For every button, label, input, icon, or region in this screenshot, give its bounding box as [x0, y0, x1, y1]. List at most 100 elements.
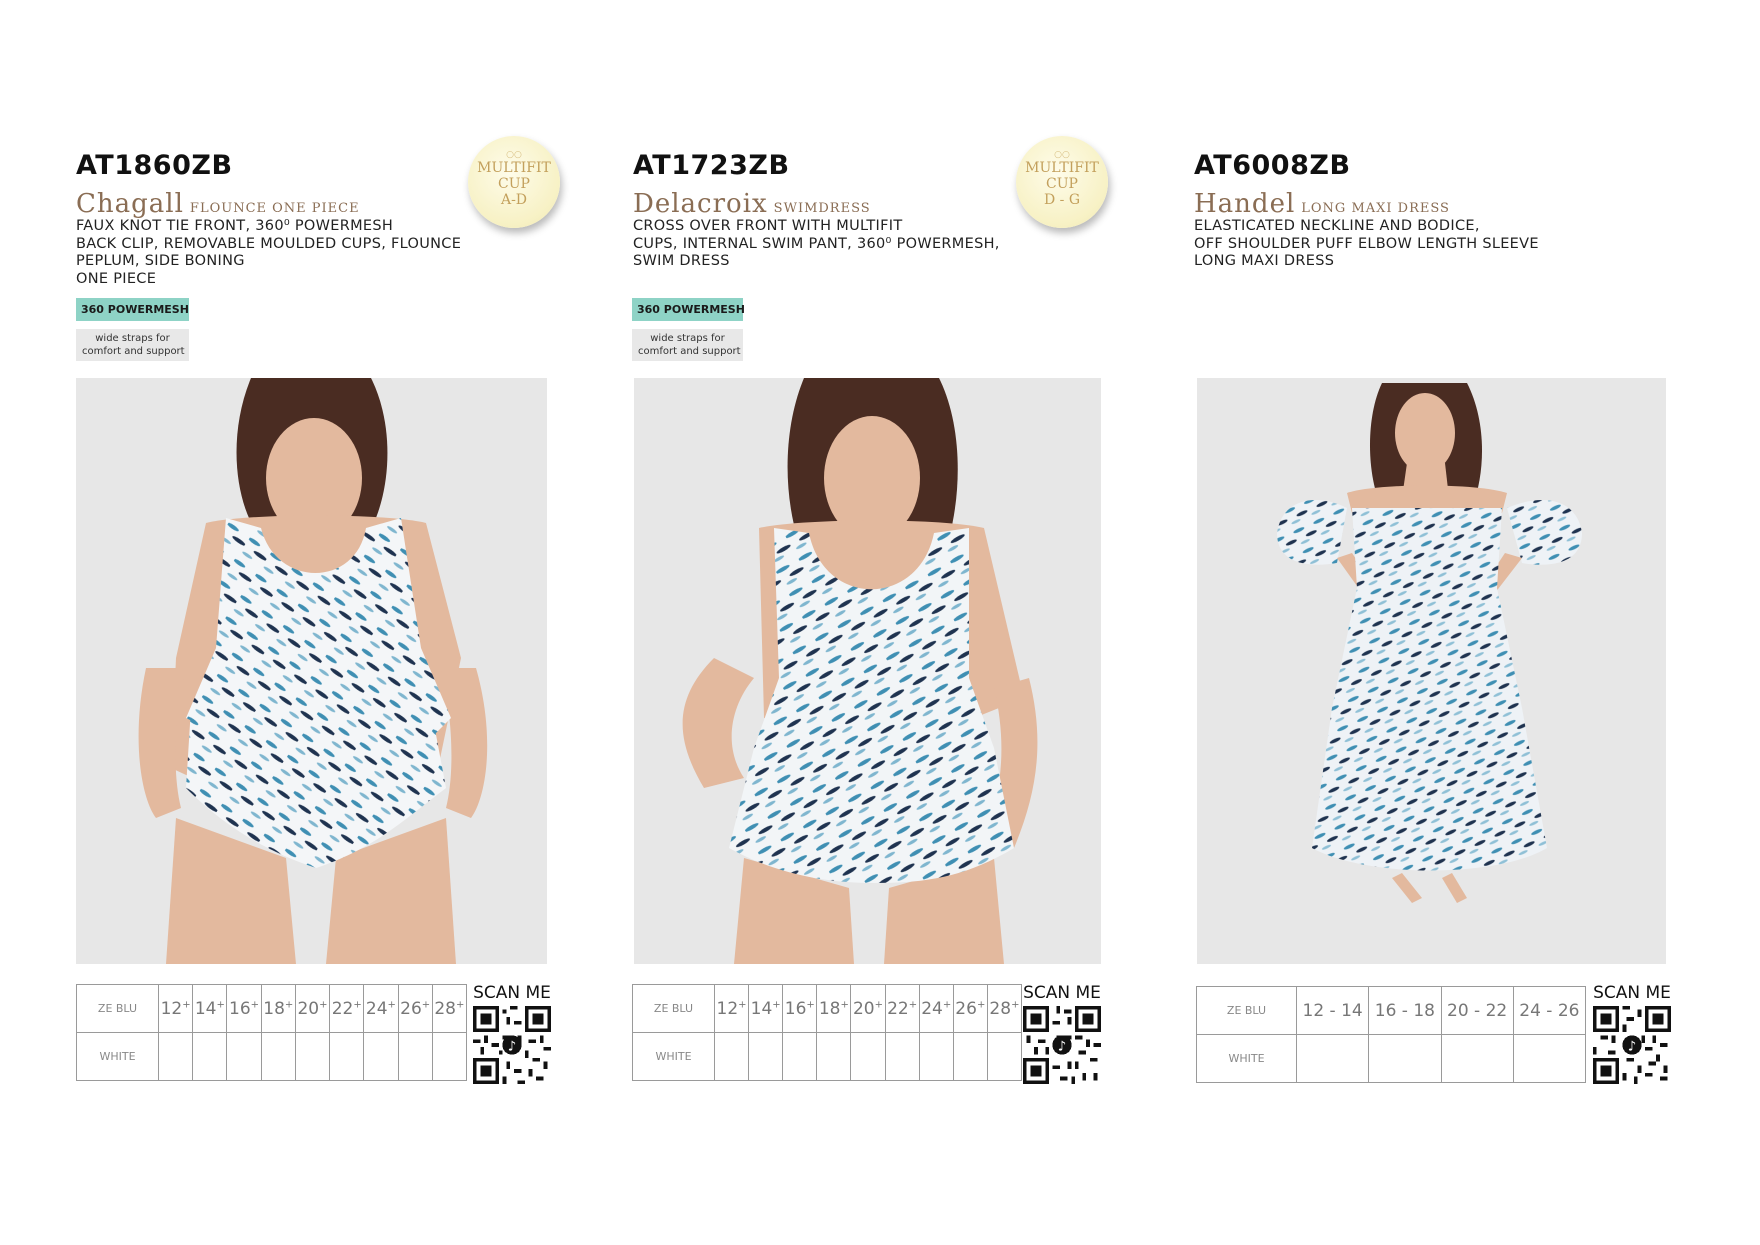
order-cell[interactable]	[952, 1032, 988, 1081]
size-suffix: +	[806, 998, 815, 1010]
size-table: ZE BLU 12 - 14 16 - 18 20 - 22 24 - 26 W…	[1196, 986, 1587, 1083]
order-cell[interactable]	[397, 1032, 433, 1081]
product-title: Chagall Flounce One Piece	[76, 189, 360, 219]
size-value: 14	[750, 998, 773, 1019]
size-suffix: +	[250, 998, 260, 1010]
straps-tag-line: comfort and support	[82, 346, 185, 357]
order-cell[interactable]	[226, 1032, 262, 1081]
size-value: 22	[887, 998, 909, 1019]
size-suffix: +	[216, 998, 225, 1010]
order-cell[interactable]	[713, 1032, 750, 1081]
product-description: Faux knot tie front, 360⁰ powermesh back…	[76, 218, 461, 288]
straps-tag-line: wide straps for	[650, 333, 725, 344]
order-cell[interactable]	[431, 1032, 468, 1081]
scan-me[interactable]: SCAN ME ♪	[1022, 983, 1102, 1088]
size-cell: 12+	[713, 984, 750, 1033]
size-suffix: +	[908, 998, 918, 1010]
straps-tag-line: comfort and support	[638, 346, 741, 357]
straps-tag: wide straps for comfort and support	[632, 329, 743, 361]
size-value: 22	[331, 998, 354, 1019]
product-style: Flounce One Piece	[189, 201, 360, 216]
size-cell: 22+	[884, 984, 920, 1033]
size-cell: 24+	[918, 984, 954, 1033]
size-suffix: +	[353, 998, 362, 1010]
svg-text:♪: ♪	[1058, 1040, 1067, 1055]
colour-label: WHITE	[1196, 1034, 1297, 1083]
badge-line: D - G	[1043, 192, 1081, 208]
powermesh-tag: 360 POWERMESH	[632, 298, 745, 321]
size-cell: 14+	[192, 984, 228, 1033]
product-description: Elasticated neckline and bodice, off sho…	[1194, 218, 1539, 271]
colour-label: WHITE	[76, 1032, 159, 1081]
scan-me[interactable]: SCAN ME ♪	[1592, 983, 1672, 1088]
size-cell: 26+	[397, 984, 433, 1033]
description-line: peplum, side boning	[76, 253, 245, 269]
order-cell[interactable]	[192, 1032, 228, 1081]
size-cell: 24+	[363, 984, 399, 1033]
description-line: swim dress	[633, 253, 730, 269]
svg-text:♪: ♪	[1628, 1040, 1637, 1055]
size-suffix: +	[387, 998, 396, 1010]
scan-label: SCAN ME	[473, 983, 551, 1003]
qr-code-icon[interactable]: ♪	[1023, 1006, 1101, 1084]
size-value: 18	[818, 998, 841, 1019]
product-code: AT6008ZB	[1194, 150, 1351, 181]
size-suffix: +	[456, 998, 465, 1010]
description-line: long maxi dress	[1194, 253, 1335, 269]
order-cell[interactable]	[884, 1032, 920, 1081]
size-cell: 28+	[986, 984, 1023, 1033]
straps-tag-line: wide straps for	[95, 333, 170, 344]
product-code: AT1860ZB	[76, 150, 233, 181]
size-cell: 16+	[782, 984, 818, 1033]
size-value: 28	[989, 998, 1012, 1019]
order-cell[interactable]	[1295, 1034, 1370, 1083]
description-line: back clip, removable moulded cups, floun…	[76, 235, 462, 252]
order-cell[interactable]	[260, 1032, 296, 1081]
powermesh-tag: 360 POWERMESH	[76, 298, 189, 321]
multifit-cup-badge: ○○ MULTIFIT CUP D - G	[1016, 136, 1108, 228]
size-suffix: +	[182, 998, 191, 1010]
scan-me[interactable]: SCAN ME ♪	[472, 983, 552, 1088]
cup-dots-icon: ○○	[1054, 150, 1070, 160]
order-cell[interactable]	[918, 1032, 954, 1081]
size-value: 20	[297, 998, 320, 1019]
badge-line: A-D	[500, 192, 528, 208]
product-code: AT1723ZB	[633, 150, 790, 181]
size-cell: 20+	[850, 984, 886, 1033]
size-cell: 12+	[157, 984, 194, 1033]
order-cell[interactable]	[816, 1032, 852, 1081]
size-value: 16	[229, 998, 251, 1019]
table-row: WHITE	[76, 1032, 468, 1081]
order-cell[interactable]	[782, 1032, 818, 1081]
size-suffix: +	[1011, 998, 1020, 1010]
description-line: cups, internal swim pant, 360⁰ powermesh…	[633, 235, 1000, 252]
order-cell[interactable]	[157, 1032, 194, 1081]
size-suffix: +	[942, 998, 952, 1010]
table-row: WHITE	[632, 1032, 1023, 1081]
order-cell[interactable]	[1368, 1034, 1442, 1083]
order-cell[interactable]	[850, 1032, 886, 1081]
product-name: Handel	[1194, 189, 1296, 219]
order-cell[interactable]	[748, 1032, 784, 1081]
order-cell[interactable]	[986, 1032, 1023, 1081]
size-table: ZE BLU 12+ 14+ 16+ 18+ 20+ 22+ 24+ 26+ 2…	[76, 984, 468, 1081]
product-photo	[76, 378, 547, 964]
cup-dots-icon: ○○	[506, 150, 522, 160]
qr-code-icon[interactable]: ♪	[1593, 1006, 1671, 1084]
size-cell: 20 - 22	[1440, 986, 1514, 1035]
order-cell[interactable]	[294, 1032, 331, 1081]
badge-line: CUP	[498, 176, 530, 192]
size-cell: 22+	[329, 984, 365, 1033]
order-cell[interactable]	[1440, 1034, 1514, 1083]
order-cell[interactable]	[363, 1032, 399, 1081]
description-line: Elasticated neckline and bodice,	[1194, 218, 1480, 234]
order-cell[interactable]	[329, 1032, 365, 1081]
size-suffix: +	[421, 998, 431, 1010]
badge-line: CUP	[1046, 176, 1078, 192]
colour-label: ZE BLU	[632, 984, 715, 1033]
qr-code-icon[interactable]: ♪	[473, 1006, 551, 1084]
order-cell[interactable]	[1512, 1034, 1587, 1083]
colour-label: ZE BLU	[1196, 986, 1297, 1035]
size-value: 12	[716, 998, 739, 1019]
table-row: WHITE	[1196, 1034, 1587, 1083]
